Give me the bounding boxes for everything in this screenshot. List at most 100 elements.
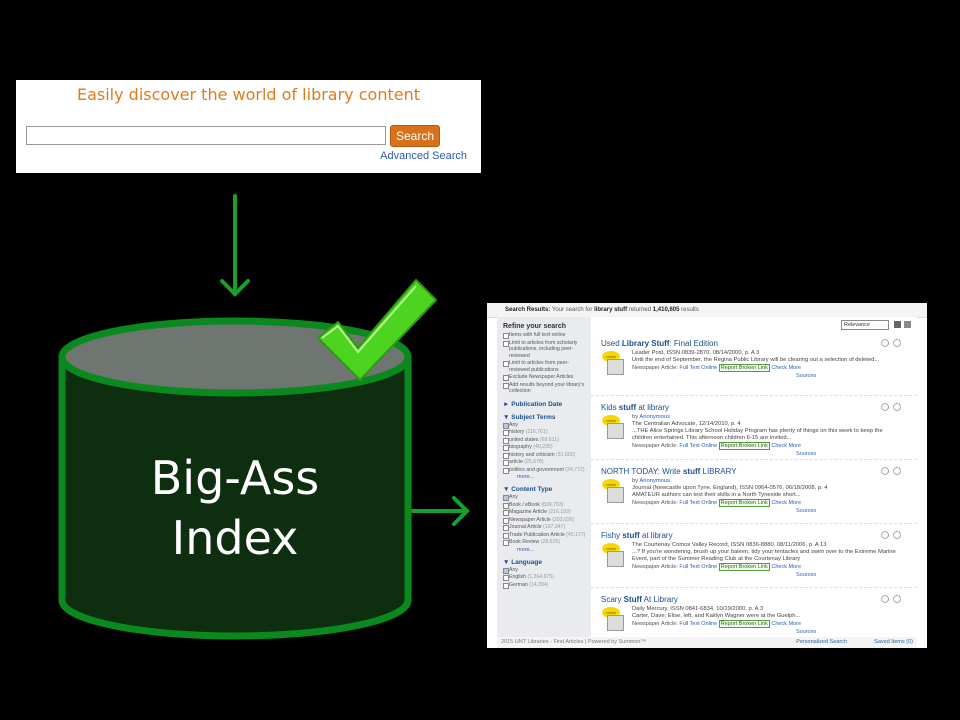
report-broken-link-button[interactable]: Report Broken Link [718, 563, 770, 571]
result-author: by Anonymous [632, 414, 671, 420]
full-text-link[interactable]: Full Text Online [679, 365, 717, 371]
result-title[interactable]: Kids stuff at library [601, 403, 669, 412]
search-results-page: Search Results: Your search for library … [487, 303, 927, 648]
facet-option[interactable]: Book Review (28,626) [503, 539, 587, 546]
sort-select[interactable]: Relevance [841, 320, 889, 330]
author-link[interactable]: Anonymous [639, 478, 670, 484]
facet-option[interactable]: united states (69,611) [503, 436, 587, 443]
report-broken-link-button[interactable]: Report Broken Link [718, 499, 770, 507]
result-snippet: AMATEUR authors can test their skills in… [632, 492, 801, 498]
facet-more-link[interactable]: more... [517, 547, 587, 553]
search-input[interactable] [26, 126, 386, 145]
facet-count: (203,026) [552, 516, 575, 523]
facet-option[interactable]: Any [503, 422, 587, 428]
facet-heading[interactable]: ▼ Content Type [503, 486, 587, 493]
facet-option[interactable]: German (14,394) [503, 582, 587, 588]
refine-option[interactable]: Exclude Newspaper Articles [503, 374, 587, 381]
report-broken-link-button[interactable]: Report Broken Link [718, 620, 770, 628]
facet-option[interactable]: history (116,761) [503, 429, 587, 436]
check-more-link[interactable]: Check More [771, 365, 801, 371]
preview-icon[interactable] [881, 531, 889, 539]
saved-items-link[interactable]: Saved Items (0) [874, 637, 913, 648]
result-title[interactable]: NORTH TODAY: Write stuff LIBRARY [601, 467, 737, 476]
result-snippet: ...THE Alice Springs Library School Holi… [632, 428, 883, 441]
preview-icon[interactable] [881, 339, 889, 347]
print-icon[interactable] [894, 321, 901, 328]
library-search-panel: Easily discover the world of library con… [16, 80, 481, 173]
result-title[interactable]: Scary Stuff At Library [601, 595, 678, 604]
report-broken-link-button[interactable]: Report Broken Link [718, 364, 770, 372]
refine-option[interactable]: Limit to articles from peer-reviewed pub… [503, 360, 587, 373]
preview-icon[interactable] [881, 595, 889, 603]
right-arrow [411, 496, 470, 526]
sources-link[interactable]: Sources [796, 572, 816, 578]
author-link[interactable]: Anonymous [639, 414, 670, 420]
facet-option[interactable]: Newspaper Article (203,026) [503, 516, 587, 523]
facet-option[interactable]: Book / eBook (609,703) [503, 502, 587, 508]
paper-icon [607, 423, 624, 439]
rss-icon[interactable] [904, 321, 911, 328]
save-icon[interactable] [893, 339, 901, 347]
facet-option[interactable]: English (1,364,675) [503, 574, 587, 581]
check-more-link[interactable]: Check More [771, 443, 801, 449]
result-title[interactable]: Used Library Stuff: Final Edition [601, 339, 718, 348]
advanced-search-link[interactable]: Advanced Search [380, 150, 467, 162]
save-icon[interactable] [893, 595, 901, 603]
sources-link[interactable]: Sources [796, 451, 816, 457]
facet-heading[interactable]: ► Publication Date [503, 401, 587, 408]
newspaper-icon: online [602, 351, 624, 375]
personalized-search-link[interactable]: Personalized Search [796, 637, 847, 648]
facet-option[interactable]: article (25,678) [503, 459, 587, 466]
sources-link[interactable]: Sources [796, 508, 816, 514]
result-meta: by Anonymous Journal (Newcastle upon Tyne… [632, 478, 902, 499]
result-tools [877, 339, 901, 347]
preview-icon[interactable] [881, 403, 889, 411]
full-text-link[interactable]: Full Text Online [679, 500, 717, 506]
facet-option[interactable]: Magazine Article (216,193) [503, 509, 587, 516]
refine-option[interactable]: Limit to articles from scholarly publica… [503, 340, 587, 360]
result-title[interactable]: Fishy stuff at library [601, 531, 673, 540]
save-icon[interactable] [893, 467, 901, 475]
result-snippet: Until the end of September, the Regina P… [632, 357, 880, 363]
facet-option[interactable]: Any [503, 494, 587, 501]
facet-count: (28,626) [540, 539, 561, 545]
check-more-link[interactable]: Check More [771, 500, 801, 506]
sources-link[interactable]: Sources [796, 373, 816, 379]
facet-option[interactable]: politics and government (24,772) [503, 467, 587, 473]
facet-count: (40,235) [533, 444, 553, 450]
search-button[interactable]: Search [390, 125, 440, 147]
check-more-link[interactable]: Check More [771, 564, 801, 570]
full-text-link[interactable]: Full Text Online [679, 621, 717, 627]
save-icon[interactable] [893, 403, 901, 411]
facet-count: (25,678) [524, 459, 544, 465]
result-links: Newspaper Article: Full Text Online Repo… [632, 563, 801, 571]
result-type: Newspaper Article: [632, 443, 680, 449]
refine-option[interactable]: Add results beyond your library's collec… [503, 382, 587, 395]
facet-option[interactable]: Any [503, 567, 587, 573]
facet-count: (107,347) [543, 524, 566, 530]
result-source: Journal (Newcastle upon Tyne, England), … [632, 485, 828, 491]
facet-option[interactable]: history and criticism (31,602) [503, 452, 587, 458]
facet-heading[interactable]: ▼ Language [503, 559, 587, 566]
report-broken-link-button[interactable]: Report Broken Link [718, 442, 770, 450]
results-summary: Search Results: Your search for library … [505, 307, 699, 313]
facet-option[interactable]: biography (40,235) [503, 444, 587, 451]
full-text-link[interactable]: Full Text Online [679, 564, 717, 570]
result-title-highlight: stuff [682, 467, 701, 476]
result-type: Newspaper Article: [632, 500, 680, 506]
facet-more-link[interactable]: more... [517, 474, 587, 480]
facet-option[interactable]: Trade Publication Article (45,177) [503, 532, 587, 538]
preview-icon[interactable] [881, 467, 889, 475]
index-label-line1: Big-Ass [150, 451, 320, 505]
full-text-link[interactable]: Full Text Online [679, 443, 717, 449]
check-more-link[interactable]: Check More [771, 621, 801, 627]
facet-heading[interactable]: ▼ Subject Terms [503, 414, 587, 421]
refine-option[interactable]: Items with full text online [503, 332, 587, 339]
facet-count: (69,611) [539, 436, 559, 443]
sources-link[interactable]: Sources [796, 629, 816, 635]
result-item: Fishy stuff at library online The Courtena… [591, 525, 917, 588]
results-list: Relevance Used Library Stuff: Final Edit… [591, 317, 917, 637]
facet-option[interactable]: Journal Article (107,347) [503, 524, 587, 531]
save-icon[interactable] [893, 531, 901, 539]
down-arrow [220, 194, 250, 297]
